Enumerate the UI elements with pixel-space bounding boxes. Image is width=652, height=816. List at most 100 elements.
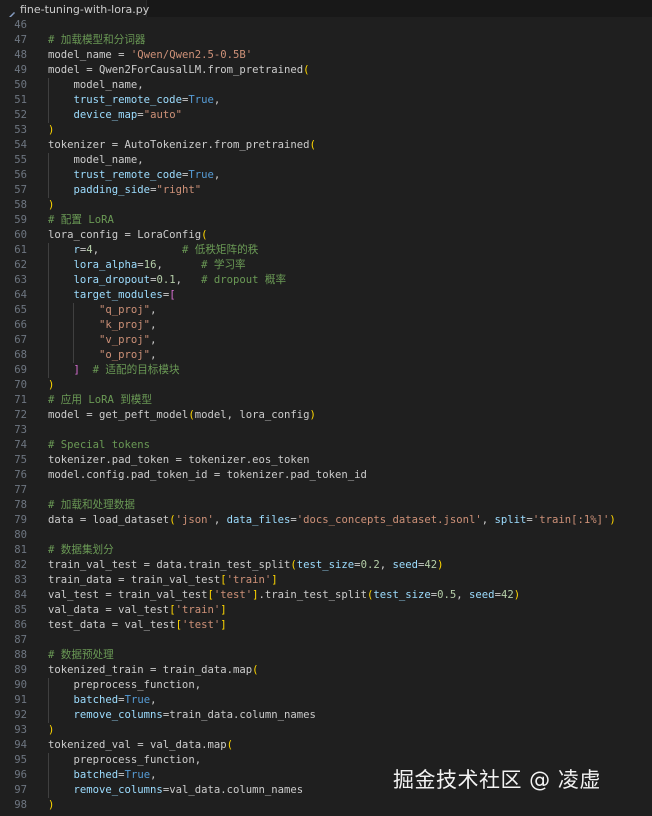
code-token: # 配置 LoRA xyxy=(48,214,114,226)
code-line[interactable]: 85 val_data = val_test['train'] xyxy=(0,603,652,618)
line-number: 68 xyxy=(14,349,27,361)
code-line[interactable]: 53) xyxy=(0,123,652,138)
line-number: 57 xyxy=(14,184,27,196)
code-token: "v_proj" xyxy=(99,334,151,346)
code-line[interactable]: 79 data = load_dataset('json', data_files… xyxy=(0,513,652,528)
code-line[interactable]: 77 xyxy=(0,483,652,498)
code-line[interactable]: 81 # 数据集划分 xyxy=(0,543,652,558)
code-text: batched=True, xyxy=(48,768,157,783)
code-token: tokenizer.pad_token = tokenizer.eos_toke… xyxy=(48,454,310,466)
code-token: , xyxy=(156,259,202,271)
line-number: 89 xyxy=(14,664,27,676)
code-token: model = get_peft_model xyxy=(48,409,189,421)
code-token: , xyxy=(213,94,221,106)
code-token: train_data = train_val_test xyxy=(48,574,221,586)
code-token: , xyxy=(213,514,227,526)
code-line[interactable]: 90 preprocess_function, xyxy=(0,678,652,693)
code-line[interactable]: 93) xyxy=(0,723,652,738)
code-line[interactable]: 55 model_name, xyxy=(0,153,652,168)
code-line[interactable]: 74 # Special tokens xyxy=(0,438,652,453)
code-line[interactable]: 66 "k_proj", xyxy=(0,318,652,333)
code-token: , xyxy=(150,694,157,706)
code-token: 0.5 xyxy=(437,589,457,601)
line-number: 64 xyxy=(14,289,27,301)
code-line[interactable]: 47 # 加载模型和分词器 xyxy=(0,33,652,48)
code-line[interactable]: 49 model = Qwen2ForCausalLM.from_pretrain… xyxy=(0,63,652,78)
code-token: tokenized_train = train_data.map xyxy=(48,664,253,676)
code-line[interactable]: 69 ] # 适配的目标模块 xyxy=(0,363,652,378)
code-line[interactable]: 64 target_modules=[ xyxy=(0,288,652,303)
code-text: model.config.pad_token_id = tokenizer.pa… xyxy=(48,468,367,483)
code-line[interactable]: 52 device_map="auto" xyxy=(0,108,652,123)
code-line[interactable]: 57 padding_side="right" xyxy=(0,183,652,198)
code-line[interactable]: 75 tokenizer.pad_token = tokenizer.eos_to… xyxy=(0,453,652,468)
code-line[interactable]: 65 "q_proj", xyxy=(0,303,652,318)
code-line[interactable]: 83 train_data = train_val_test['train'] xyxy=(0,573,652,588)
code-line[interactable]: 46 xyxy=(0,18,652,33)
code-line[interactable]: 68 "o_proj", xyxy=(0,348,652,363)
line-number: 74 xyxy=(14,439,27,451)
code-line[interactable]: 91 batched=True, xyxy=(0,693,652,708)
code-token: 'train' xyxy=(175,604,221,616)
code-line[interactable]: 71 # 应用 LoRA 到模型 xyxy=(0,393,652,408)
code-token: # 数据集划分 xyxy=(48,544,114,556)
code-line[interactable]: 76 model.config.pad_token_id = tokenizer.… xyxy=(0,468,652,483)
code-line[interactable]: 92 remove_columns=train_data.column_name… xyxy=(0,708,652,723)
line-number: 97 xyxy=(14,784,27,796)
code-line[interactable]: 50 model_name, xyxy=(0,78,652,93)
code-line[interactable]: 58) xyxy=(0,198,652,213)
code-token: seed xyxy=(392,559,418,571)
code-line[interactable]: 60 lora_config = LoraConfig( xyxy=(0,228,652,243)
code-text: ) xyxy=(48,198,54,213)
line-number: 96 xyxy=(14,769,27,781)
line-number: 59 xyxy=(14,214,27,226)
code-line[interactable]: 78 # 加载和处理数据 xyxy=(0,498,652,513)
code-line[interactable]: 54 tokenizer = AutoTokenizer.from_pretrai… xyxy=(0,138,652,153)
code-token: trust_remote_code xyxy=(73,169,182,181)
code-line[interactable]: 89 tokenized_train = train_data.map( xyxy=(0,663,652,678)
line-number: 53 xyxy=(14,124,27,136)
code-token: batched xyxy=(73,769,119,781)
code-token: 'test' xyxy=(181,619,221,631)
code-line[interactable]: 98) xyxy=(0,798,652,813)
code-line[interactable]: 88 # 数据预处理 xyxy=(0,648,652,663)
code-text: trust_remote_code=True, xyxy=(48,93,221,108)
code-token: , xyxy=(150,769,157,781)
code-line[interactable]: 62 lora_alpha=16, # 学习率 xyxy=(0,258,652,273)
line-number: 88 xyxy=(14,649,27,661)
code-text: model_name, xyxy=(48,78,144,93)
line-number: 61 xyxy=(14,244,27,256)
code-editor[interactable]: 46 47 # 加载模型和分词器 48 model_name = 'Qwen/Qwen2… xyxy=(0,17,652,816)
code-line[interactable]: 70) xyxy=(0,378,652,393)
code-token: ( xyxy=(303,64,310,76)
code-token: 'docs_concepts_dataset.jsonl' xyxy=(296,514,482,526)
code-text: # 加载和处理数据 xyxy=(48,498,135,513)
code-text: "k_proj", xyxy=(48,318,156,333)
code-line[interactable]: 73 xyxy=(0,423,652,438)
vertical-scrollbar[interactable] xyxy=(644,19,652,816)
code-line[interactable]: 80 xyxy=(0,528,652,543)
code-line[interactable]: 72 model = get_peft_model(model, lora_con… xyxy=(0,408,652,423)
code-line[interactable]: 87 xyxy=(0,633,652,648)
code-line[interactable]: 82 train_val_test = data.train_test_split… xyxy=(0,558,652,573)
code-line[interactable]: 86 test_data = val_test['test'] xyxy=(0,618,652,633)
code-text: # 数据集划分 xyxy=(48,543,114,558)
code-line[interactable]: 84 val_test = train_val_test['test'].trai… xyxy=(0,588,652,603)
code-line[interactable]: 51 trust_remote_code=True, xyxy=(0,93,652,108)
code-line[interactable]: 59 # 配置 LoRA xyxy=(0,213,652,228)
code-line[interactable]: 48 model_name = 'Qwen/Qwen2.5-0.5B' xyxy=(0,48,652,63)
code-token: ( xyxy=(226,739,233,751)
code-line[interactable]: 61 r=4, # 低秩矩阵的秩 xyxy=(0,243,652,258)
code-token: preprocess_function, xyxy=(48,679,202,691)
code-token: , xyxy=(92,244,182,256)
code-line[interactable]: 67 "v_proj", xyxy=(0,333,652,348)
code-text: val_test = train_val_test['test'].train_… xyxy=(48,588,520,603)
watermark: 掘金技术社区 @ 凌虚 xyxy=(393,768,601,792)
code-line[interactable]: 63 lora_dropout=0.1, # dropout 概率 xyxy=(0,273,652,288)
code-line[interactable]: 56 trust_remote_code=True, xyxy=(0,168,652,183)
code-line[interactable]: 94 tokenized_val = val_data.map( xyxy=(0,738,652,753)
